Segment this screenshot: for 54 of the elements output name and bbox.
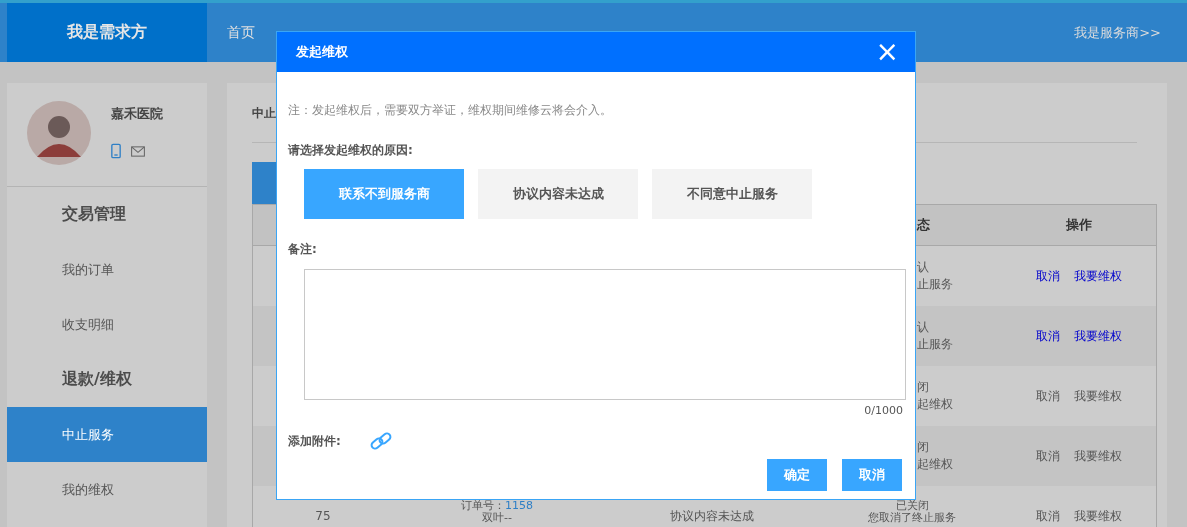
status-text: 起维权 <box>917 456 953 473</box>
dialog-title: 发起维权 <box>296 43 348 61</box>
action-link[interactable]: 我要维权 <box>1073 327 1122 345</box>
action-link[interactable]: 取消 <box>1035 327 1060 345</box>
close-button[interactable]: × <box>869 38 905 66</box>
action-link[interactable]: 取消 <box>1035 507 1060 525</box>
brand-title[interactable]: 我是需求方 <box>7 3 207 62</box>
reason-option[interactable]: 联系不到服务商 <box>304 169 464 219</box>
reason-option[interactable]: 协议内容未达成 <box>478 169 638 219</box>
column-header: 操作 <box>1065 216 1092 234</box>
action-link[interactable]: 取消 <box>1035 447 1060 465</box>
action-link[interactable]: 我要维权 <box>1073 507 1122 525</box>
sidebar-item[interactable]: 收支明细 <box>7 297 207 352</box>
column-header: 态 <box>917 216 930 234</box>
remark-field[interactable] <box>304 269 906 400</box>
sidebar-section-title: 退款/维权 <box>61 368 133 390</box>
page-heading: 中止 <box>252 105 276 122</box>
table-cell: 75 <box>315 509 331 523</box>
status-text: 止服务 <box>917 276 953 293</box>
avatar <box>27 101 91 165</box>
remark-label: 备注: <box>288 241 318 258</box>
nav-link[interactable]: 首页 <box>227 23 255 42</box>
status-text: 认 <box>917 259 929 276</box>
cancel-button[interactable]: 取消 <box>842 459 902 491</box>
sidebar-item[interactable]: 我的维权 <box>7 462 207 517</box>
action-link[interactable]: 取消 <box>1035 267 1060 285</box>
action-link[interactable]: 取消 <box>1035 387 1060 405</box>
status-text: 止服务 <box>917 336 953 353</box>
sidebar-item[interactable]: 中止服务 <box>7 407 207 462</box>
reason-label: 请选择发起维权的原因: <box>288 142 414 159</box>
status-text: 您取消了终止服务 <box>868 512 956 524</box>
buyer-name: 双叶-- <box>482 512 512 524</box>
confirm-button[interactable]: 确定 <box>767 459 827 491</box>
link-icon[interactable] <box>368 429 393 453</box>
action-link[interactable]: 我要维权 <box>1073 267 1122 285</box>
character-counter: 0/1000 <box>863 404 904 417</box>
order-number: 订单号：1158 <box>461 500 533 512</box>
status-text: 闭 <box>917 379 929 396</box>
sidebar-section-title: 交易管理 <box>61 203 127 225</box>
phone-icon[interactable] <box>111 143 121 159</box>
status-text: 认 <box>917 319 929 336</box>
note-text: 注：发起维权后，需要双方举证，维权期间维修云将会介入。 <box>288 102 613 119</box>
status-text: 闭 <box>917 439 929 456</box>
status-text: 已关闭 <box>895 500 929 512</box>
reason-option[interactable]: 不同意中止服务 <box>652 169 812 219</box>
switch-role-link[interactable]: 我是服务商>> <box>1074 23 1161 42</box>
table-cell: 协议内容未达成 <box>670 507 754 525</box>
attachment-label: 添加附件: <box>288 432 341 450</box>
status-text: 起维权 <box>917 396 953 413</box>
action-link[interactable]: 我要维权 <box>1073 447 1122 465</box>
sidebar-item[interactable]: 我的订单 <box>7 242 207 297</box>
action-link[interactable]: 我要维权 <box>1073 387 1122 405</box>
user-name: 嘉禾医院 <box>111 105 163 123</box>
mail-icon[interactable] <box>131 145 145 157</box>
